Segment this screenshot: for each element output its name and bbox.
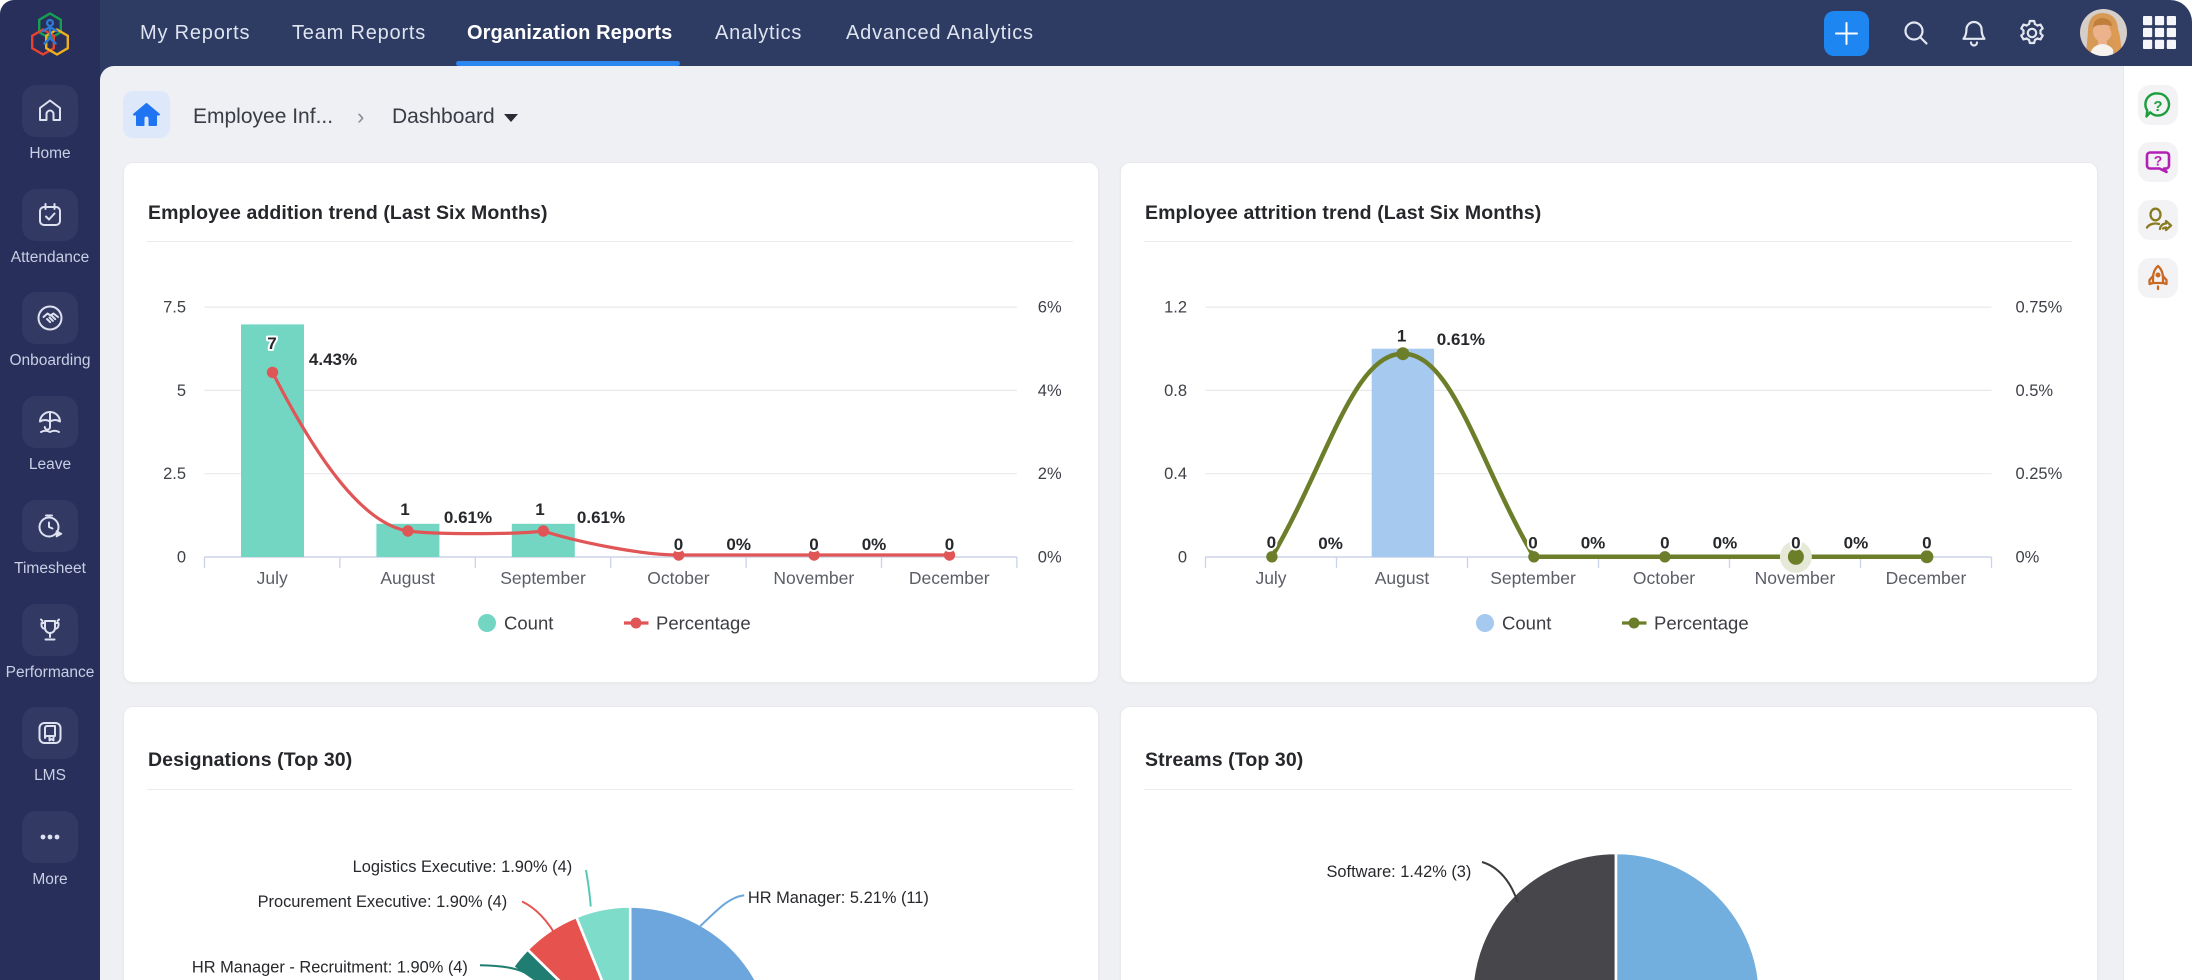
svg-text:0: 0 bbox=[1178, 549, 1187, 567]
svg-text:4.43%: 4.43% bbox=[309, 350, 357, 369]
svg-text:0%: 0% bbox=[1713, 534, 1738, 553]
svg-text:0: 0 bbox=[1791, 534, 1800, 553]
svg-text:1.2: 1.2 bbox=[1164, 299, 1187, 317]
svg-text:Software: 1.42% (3): Software: 1.42% (3) bbox=[1327, 863, 1472, 881]
svg-text:2%: 2% bbox=[1038, 465, 1062, 483]
svg-text:Count: Count bbox=[1502, 613, 1551, 634]
svg-text:1: 1 bbox=[535, 500, 544, 519]
svg-text:Logistics Executive: 1.90% (4): Logistics Executive: 1.90% (4) bbox=[353, 858, 573, 876]
svg-text:September: September bbox=[500, 568, 586, 588]
svg-text:7: 7 bbox=[267, 334, 276, 353]
svg-text:HR Manager: 5.21% (11): HR Manager: 5.21% (11) bbox=[748, 889, 929, 907]
svg-text:December: December bbox=[1886, 568, 1967, 588]
svg-text:Count: Count bbox=[504, 613, 553, 634]
svg-text:0.61%: 0.61% bbox=[577, 508, 625, 527]
svg-text:4%: 4% bbox=[1038, 382, 1062, 400]
svg-text:1: 1 bbox=[400, 500, 409, 519]
svg-text:5: 5 bbox=[177, 382, 186, 400]
svg-text:October: October bbox=[647, 568, 709, 588]
svg-text:6%: 6% bbox=[1038, 299, 1062, 317]
svg-text:0%: 0% bbox=[1038, 549, 1062, 567]
svg-text:July: July bbox=[1255, 568, 1286, 588]
svg-text:July: July bbox=[257, 568, 288, 588]
svg-text:0.8: 0.8 bbox=[1164, 382, 1187, 400]
svg-text:0%: 0% bbox=[726, 535, 751, 554]
svg-text:0.61%: 0.61% bbox=[444, 508, 492, 527]
svg-text:0%: 0% bbox=[2016, 549, 2040, 567]
svg-text:0: 0 bbox=[809, 535, 818, 554]
svg-text:August: August bbox=[1375, 568, 1430, 588]
svg-text:0: 0 bbox=[1267, 533, 1276, 552]
svg-text:0: 0 bbox=[1528, 534, 1537, 553]
svg-text:2.5: 2.5 bbox=[163, 465, 186, 483]
svg-text:0%: 0% bbox=[862, 535, 887, 554]
svg-text:October: October bbox=[1633, 568, 1695, 588]
svg-text:1: 1 bbox=[1397, 327, 1406, 346]
svg-text:0: 0 bbox=[1660, 534, 1669, 553]
svg-text:December: December bbox=[909, 568, 990, 588]
svg-text:Percentage: Percentage bbox=[1654, 613, 1749, 634]
svg-text:November: November bbox=[773, 568, 854, 588]
svg-text:HR Manager - Recruitment: 1.90: HR Manager - Recruitment: 1.90% (4) bbox=[192, 959, 468, 977]
svg-text:0.25%: 0.25% bbox=[2016, 465, 2063, 483]
svg-text:0: 0 bbox=[1922, 534, 1931, 553]
svg-text:7.5: 7.5 bbox=[163, 299, 186, 317]
svg-text:Procurement Executive: 1.90% (: Procurement Executive: 1.90% (4) bbox=[258, 893, 508, 911]
svg-text:0%: 0% bbox=[1581, 534, 1606, 553]
svg-text:0.61%: 0.61% bbox=[1437, 330, 1485, 349]
svg-text:0.4: 0.4 bbox=[1164, 465, 1187, 483]
svg-text:September: September bbox=[1490, 568, 1576, 588]
svg-text:0.75%: 0.75% bbox=[2016, 299, 2063, 317]
svg-text:Percentage: Percentage bbox=[656, 613, 751, 634]
svg-text:?: ? bbox=[2154, 153, 2163, 169]
svg-text:0: 0 bbox=[945, 535, 954, 554]
svg-text:0.5%: 0.5% bbox=[2016, 382, 2054, 400]
svg-text:0: 0 bbox=[177, 549, 186, 567]
svg-text:0%: 0% bbox=[1318, 534, 1343, 553]
svg-text:?: ? bbox=[2153, 98, 2162, 115]
svg-text:0: 0 bbox=[674, 535, 683, 554]
svg-text:August: August bbox=[380, 568, 435, 588]
svg-text:0%: 0% bbox=[1844, 534, 1869, 553]
